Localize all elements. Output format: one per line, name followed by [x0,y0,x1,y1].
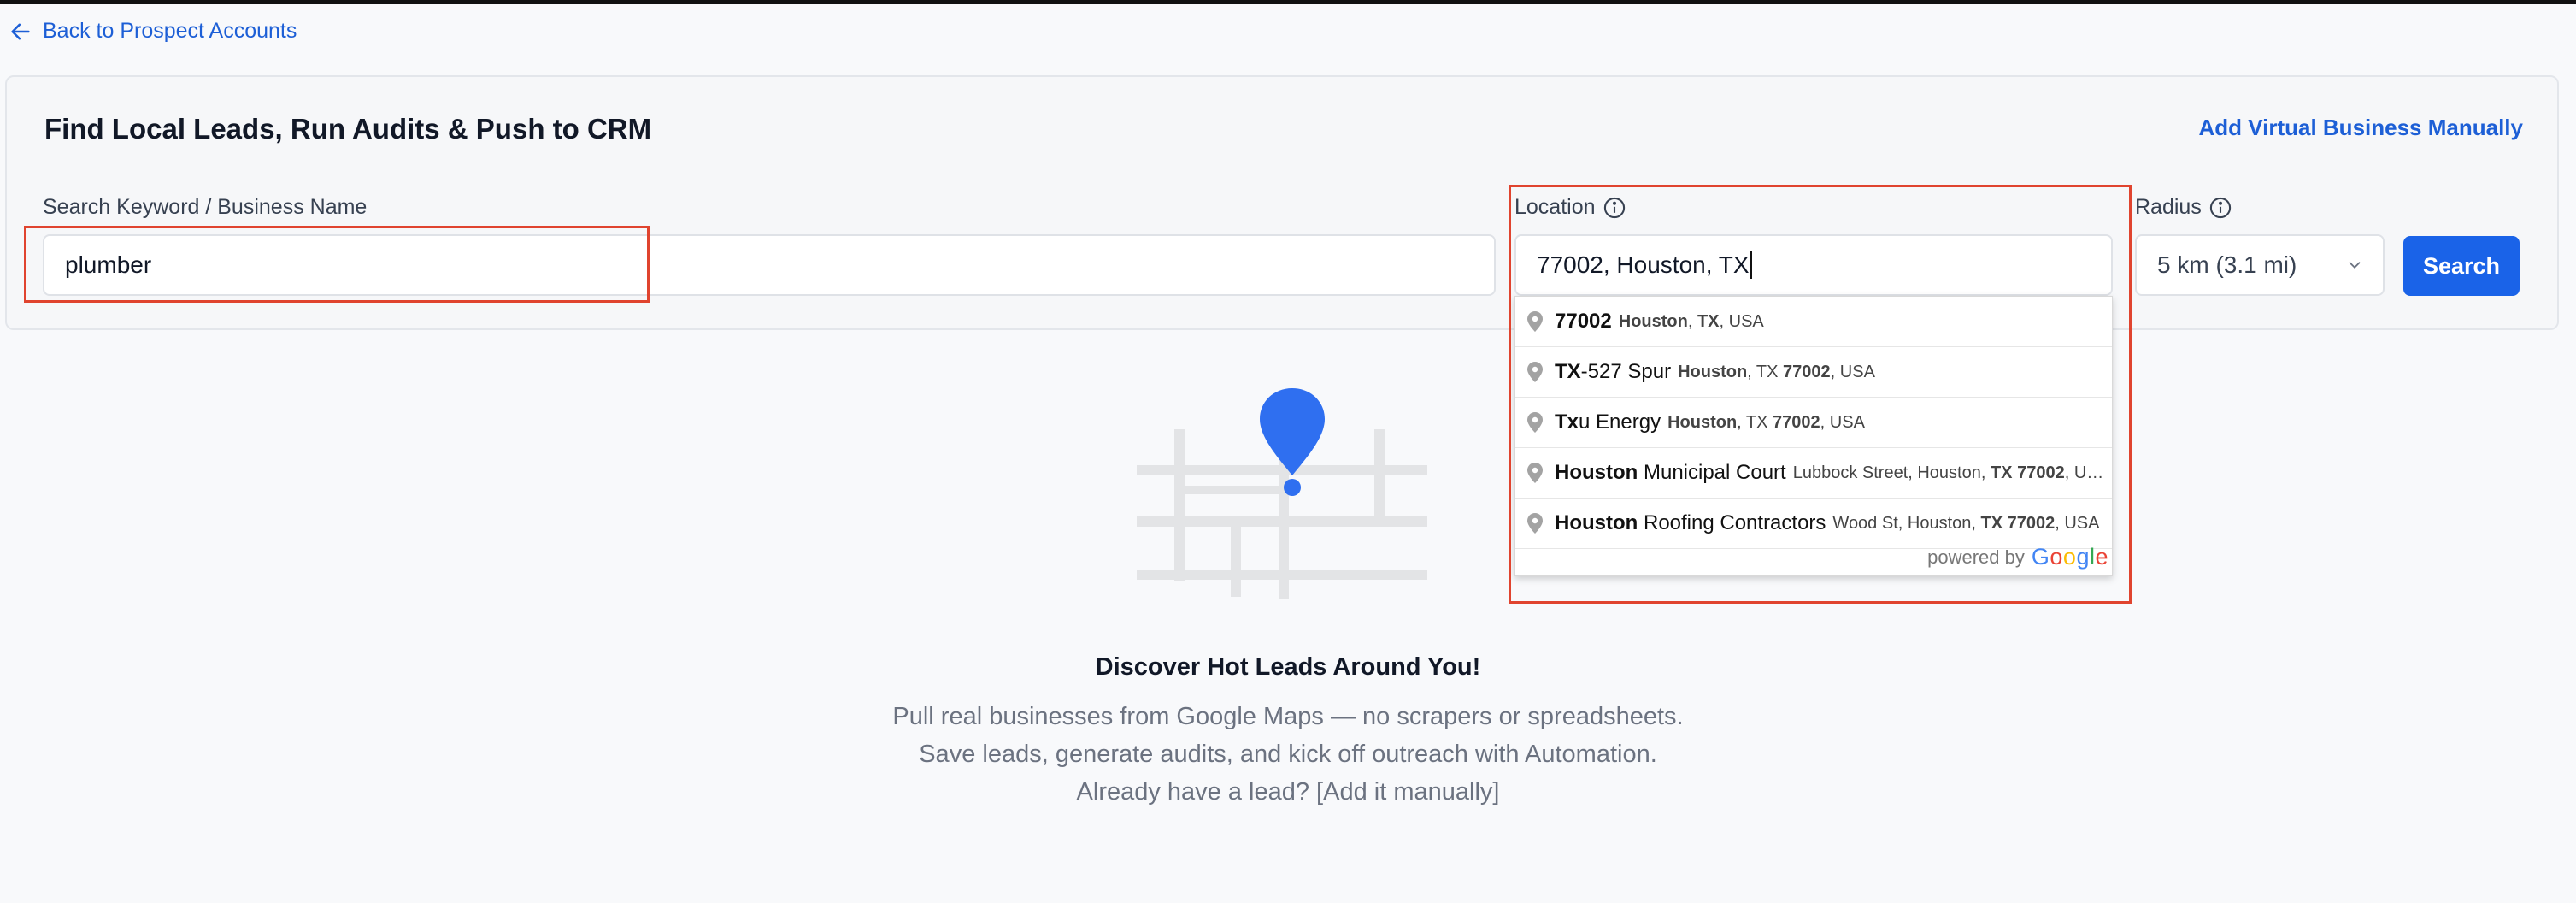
search-button[interactable]: Search [2403,236,2520,296]
highlight-box-keyword [24,226,650,303]
card-title: Find Local Leads, Run Audits & Push to C… [44,113,652,145]
radius-label: Radius [2135,195,2232,220]
highlight-box-location [1509,185,2132,604]
keyword-label-text: Search Keyword / Business Name [43,195,368,219]
info-icon[interactable] [2208,196,2232,220]
back-link-label: Back to Prospect Accounts [43,19,297,43]
radius-select-value: 5 km (3.1 mi) [2157,251,2297,278]
pin-dot [1284,479,1301,496]
empty-state-line-1: Pull real businesses from Google Maps — … [892,703,1684,730]
empty-state-line-2: Save leads, generate audits, and kick of… [919,741,1657,768]
arrow-left-icon [11,23,30,39]
radius-label-text: Radius [2135,195,2202,219]
chevron-down-icon [2349,262,2361,269]
back-link[interactable]: Back to Prospect Accounts [9,19,297,44]
map-illustration [1137,388,1427,599]
radius-select[interactable]: 5 km (3.1 mi) [2135,234,2385,296]
add-virtual-business-link[interactable]: Add Virtual Business Manually [2198,115,2523,141]
empty-state-title: Discover Hot Leads Around You! [1095,653,1481,681]
empty-state-line-3[interactable]: Already have a lead? [Add it manually] [0,778,2576,806]
map-pin-icon [1260,388,1325,475]
keyword-label: Search Keyword / Business Name [43,195,367,220]
top-bar [0,0,2576,4]
